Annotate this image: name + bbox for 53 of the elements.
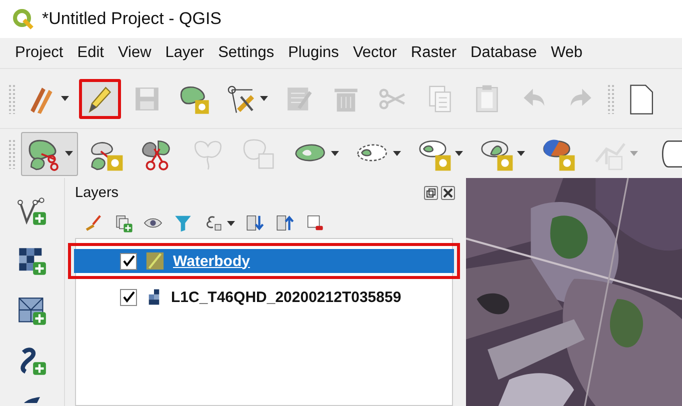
expand-all-button[interactable] (245, 213, 265, 233)
filter-button[interactable] (173, 213, 193, 233)
caret-icon (227, 220, 235, 226)
caret-icon (61, 96, 69, 101)
window-title: *Untitled Project - QGIS (42, 9, 222, 29)
caret-icon (455, 151, 463, 156)
menu-item[interactable]: View (110, 42, 158, 64)
style-brush-icon (83, 213, 103, 233)
edit-polygon-icon (145, 251, 165, 271)
tree-row[interactable]: Waterbody (74, 249, 454, 273)
style-brush-button[interactable] (83, 213, 103, 233)
tree-row[interactable]: L1C_T46QHD_20200212T035859 (74, 285, 454, 309)
qgis-logo-icon (12, 8, 34, 30)
close-button[interactable] (441, 186, 455, 200)
checkbox[interactable] (120, 252, 137, 270)
menu-item[interactable]: Plugins (281, 42, 346, 64)
caret-icon (517, 151, 525, 156)
layer-name: L1C_T46QHD_20200212T035859 (171, 288, 402, 306)
add-mesh-icon (17, 296, 47, 326)
menu-item[interactable]: Project (8, 42, 70, 64)
caret-icon (260, 96, 268, 101)
feather-icon (23, 396, 41, 404)
add-vector-button[interactable] (17, 196, 47, 226)
float-button[interactable] (424, 186, 438, 200)
menu-item[interactable]: Raster (404, 42, 464, 64)
expand-all-icon (245, 213, 265, 233)
caret-icon (65, 151, 73, 156)
menu-item[interactable]: Settings (211, 42, 282, 64)
layer-name: Waterbody (173, 252, 250, 270)
remove-layer-button[interactable] (305, 213, 325, 233)
add-mesh-button[interactable] (17, 296, 47, 326)
filter-icon (173, 213, 193, 233)
menu-item[interactable]: Vector (346, 42, 404, 64)
reshape-button[interactable] (21, 132, 78, 176)
collapse-all-button[interactable] (275, 213, 295, 233)
menu-item[interactable]: Edit (70, 42, 111, 64)
add-raster-button[interactable] (17, 246, 47, 276)
add-group-icon (113, 213, 133, 233)
add-vector-icon (17, 196, 47, 226)
caret-icon (331, 151, 339, 156)
remove-layer-icon (305, 213, 325, 233)
caret-icon (393, 151, 401, 156)
feather-button[interactable] (23, 396, 41, 404)
menu-item[interactable]: Database (464, 42, 544, 64)
add-group-button[interactable] (113, 213, 133, 233)
panel-title: Layers (75, 185, 120, 201)
collapse-all-icon (275, 213, 295, 233)
checkbox[interactable] (120, 288, 137, 306)
menu-item[interactable]: Layer (158, 42, 212, 64)
pencil-button[interactable] (79, 78, 121, 118)
menu-item[interactable]: Web (544, 42, 590, 64)
add-raster-icon (17, 246, 47, 276)
caret-icon (630, 151, 638, 156)
